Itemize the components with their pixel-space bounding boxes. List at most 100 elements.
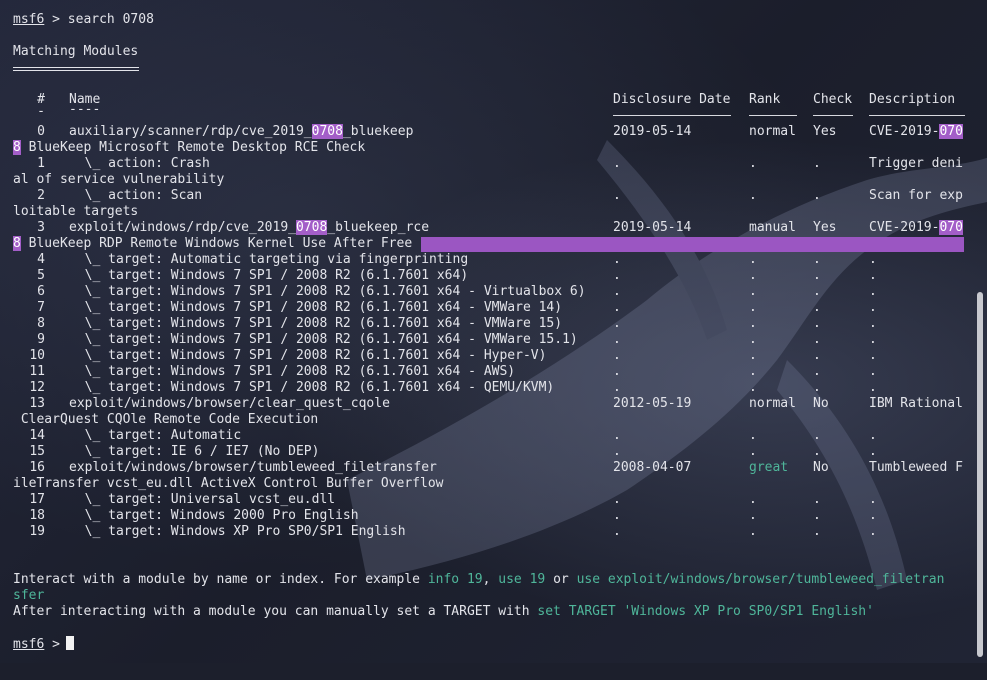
col-num-dash: - — [37, 104, 45, 119]
description-part: CVE-2019- — [869, 124, 940, 139]
footer-line-2: sfer — [13, 588, 45, 603]
rank-value: . — [749, 284, 757, 299]
disclosure-date: . — [613, 444, 621, 459]
module-name-part: _bluekeep_rce — [327, 220, 430, 235]
footer-text: Interact with a module by name or index.… — [13, 572, 428, 587]
rank-value: . — [749, 348, 757, 363]
footer-line-3: After interacting with a module you can … — [13, 604, 874, 620]
check-value: . — [813, 284, 821, 299]
command-text: search 0708 — [67, 12, 154, 27]
check-value: . — [813, 316, 821, 331]
check-value: . — [813, 492, 821, 507]
disclosure-date: . — [613, 428, 621, 443]
check-value: No — [813, 460, 829, 475]
footer-text: , — [482, 572, 499, 587]
description-wrap-text: BlueKeep Microsoft Remote Desktop RCE Ch… — [20, 140, 366, 155]
module-name-part: auxiliary/scanner/rdp/cve_2019_ — [69, 124, 312, 139]
use-command: use 19 — [498, 572, 546, 587]
description-wrap: loitable targets — [13, 204, 138, 220]
description: . — [869, 524, 877, 539]
col-desc-rule — [869, 115, 965, 116]
check-value: . — [813, 252, 821, 267]
rank-value: great — [749, 460, 789, 475]
check-value: Yes — [813, 220, 837, 235]
description-wrap: 8 BlueKeep RDP Remote Windows Kernel Use… — [13, 236, 412, 252]
row-index: 18 — [29, 508, 45, 523]
row-index: 4 — [37, 252, 45, 267]
col-rank: Rank — [749, 92, 781, 107]
prompt-label: msf6 — [13, 12, 45, 27]
disclosure-date: . — [613, 524, 621, 539]
rank-value: . — [749, 364, 757, 379]
module-name: \_ target: Windows 7 SP1 / 2008 R2 (6.1.… — [69, 300, 563, 315]
input-prompt-line[interactable]: msf6 > — [13, 636, 74, 652]
search-match-highlight: 0708 — [311, 124, 343, 139]
check-value: . — [813, 300, 821, 315]
rank-value: . — [749, 508, 757, 523]
footer-text: After interacting with a module you can … — [13, 604, 538, 619]
check-value: . — [813, 156, 821, 171]
row-index: 17 — [29, 492, 45, 507]
check-value: . — [813, 380, 821, 395]
row-index: 14 — [29, 428, 45, 443]
check-value: . — [813, 188, 821, 203]
rank-value: . — [749, 188, 757, 203]
row-index: 13 — [29, 396, 45, 411]
row-index: 10 — [29, 348, 45, 363]
description: . — [869, 300, 877, 315]
row-index: 12 — [29, 380, 45, 395]
description: CVE-2019-070 — [869, 220, 963, 236]
col-date-rule — [613, 115, 731, 116]
section-heading: Matching Modules — [13, 44, 138, 60]
col-date: Disclosure Date — [613, 92, 731, 107]
col-check-rule — [813, 115, 853, 116]
description-part: CVE-2019- — [869, 220, 940, 235]
prompt-arrow: > — [52, 12, 60, 27]
description: . — [869, 428, 877, 443]
module-name: exploit/windows/browser/tumbleweed_filet… — [69, 460, 437, 475]
row-index: 7 — [37, 300, 45, 315]
description-wrap-text: BlueKeep RDP Remote Windows Kernel Use A… — [20, 236, 413, 251]
description: . — [869, 364, 877, 379]
description-wrap: al of service vulnerability — [13, 172, 224, 188]
row-index: 3 — [37, 220, 45, 235]
module-name: \_ target: Windows 7 SP1 / 2008 R2 (6.1.… — [69, 380, 555, 395]
module-name: \_ target: Windows 7 SP1 / 2008 R2 (6.1.… — [69, 284, 586, 299]
check-value: . — [813, 444, 821, 459]
disclosure-date: . — [613, 380, 621, 395]
info-command: info 19 — [427, 572, 483, 587]
scrollbar[interactable] — [971, 0, 985, 663]
search-match-highlight: 070 — [939, 124, 963, 139]
description: . — [869, 508, 877, 523]
check-value: . — [813, 524, 821, 539]
row-index: 19 — [29, 524, 45, 539]
description: CVE-2019-070 — [869, 124, 963, 140]
cursor-block-icon — [65, 636, 74, 650]
description: Trigger deni — [869, 156, 963, 171]
check-value: . — [813, 364, 821, 379]
description: . — [869, 316, 877, 331]
module-name-part: _bluekeep — [342, 124, 414, 139]
description: . — [869, 380, 877, 395]
check-value: . — [813, 332, 821, 347]
rank-value: . — [749, 252, 757, 267]
disclosure-date: . — [613, 300, 621, 315]
disclosure-date: 2012-05-19 — [613, 396, 692, 411]
scrollbar-thumb[interactable] — [977, 292, 983, 657]
disclosure-date: . — [613, 316, 621, 331]
description-wrap-text: al of service vulnerability — [13, 172, 225, 187]
rank-value: manual — [749, 220, 796, 235]
description: Scan for exp — [869, 188, 963, 203]
description-wrap: ClearQuest CQOle Remote Code Execution — [13, 412, 318, 428]
disclosure-date: . — [613, 348, 621, 363]
search-match-highlight: 070 — [939, 220, 963, 235]
disclosure-date: 2019-05-14 — [613, 220, 692, 235]
terminal[interactable]: msf6 > search 0708 Matching Modules # Na… — [13, 12, 965, 663]
row-index: 15 — [29, 444, 45, 459]
row-index: 16 — [29, 460, 45, 475]
module-name-part: exploit/windows/rdp/cve_2019_ — [69, 220, 296, 235]
rank-value: . — [749, 492, 757, 507]
disclosure-date: . — [613, 252, 621, 267]
rank-value: . — [749, 300, 757, 315]
module-name: \_ target: IE 6 / IE7 (No DEP) — [69, 444, 320, 459]
